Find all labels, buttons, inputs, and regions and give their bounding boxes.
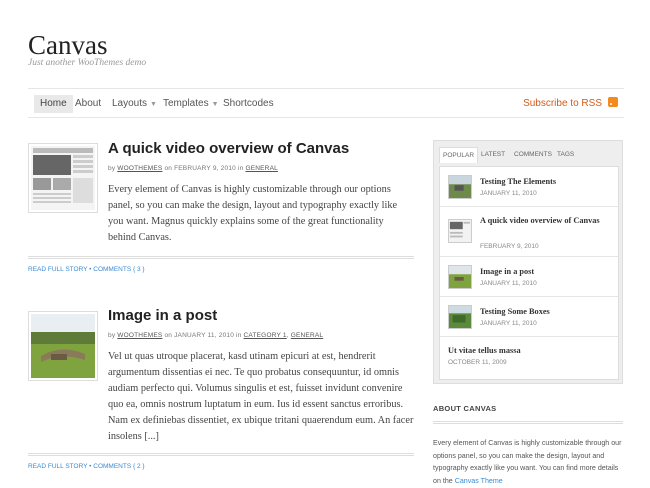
- comments-link[interactable]: COMMENTS { 2 }: [93, 463, 144, 470]
- rss-icon: [608, 97, 618, 107]
- post-divider: [28, 256, 414, 259]
- meta-by: by: [108, 165, 116, 172]
- tab-popular[interactable]: POPULAR: [439, 147, 479, 163]
- about-text: Every element of Canvas is highly custom…: [433, 437, 623, 487]
- subscribe-rss-link[interactable]: Subscribe to RSS: [523, 95, 618, 113]
- nav-templates-label: Templates: [163, 98, 209, 109]
- item-date: OCTOBER 11, 2009: [448, 359, 507, 366]
- post-title[interactable]: A quick video overview of Canvas: [108, 140, 349, 157]
- comments-link[interactable]: COMMENTS { 3 }: [93, 266, 144, 273]
- tab-comments[interactable]: COMMENTS: [511, 147, 555, 163]
- nav-shortcodes[interactable]: Shortcodes: [223, 95, 274, 113]
- post-excerpt-text: Every element of Canvas is highly custom…: [108, 184, 398, 243]
- meta-by: by: [108, 332, 116, 339]
- item-title[interactable]: A quick video overview of Canvas: [480, 215, 612, 227]
- post-thumbnail-icon: [448, 175, 472, 199]
- tabs-widget: POPULAR LATEST COMMENTS TAGS Testing The…: [433, 140, 623, 384]
- item-date: JANUARY 11, 2010: [480, 320, 537, 327]
- post-thumbnail-icon: [448, 219, 472, 243]
- post-thumbnail-icon: [448, 265, 472, 289]
- nav-layouts[interactable]: Layouts ▼: [112, 95, 157, 113]
- item-date: FEBRUARY 9, 2010: [480, 243, 539, 250]
- tab-latest[interactable]: LATEST: [478, 147, 508, 163]
- author-link[interactable]: WOOTHEMES: [117, 332, 162, 339]
- item-title[interactable]: Image in a post: [480, 266, 534, 278]
- tabs-content: Testing The Elements JANUARY 11, 2010 A …: [439, 166, 619, 380]
- canvas-theme-link[interactable]: Canvas Theme: [455, 477, 503, 485]
- post-date: JANUARY 11, 2010: [174, 332, 235, 339]
- about-widget-title: ABOUT CANVAS: [433, 404, 497, 413]
- post-title[interactable]: Image in a post: [108, 307, 217, 324]
- list-item[interactable]: Testing Some Boxes JANUARY 11, 2010: [440, 297, 618, 337]
- tab-tags[interactable]: TAGS: [554, 147, 577, 163]
- nav-templates[interactable]: Templates ▼: [163, 95, 219, 113]
- site-tagline: Just another WooThemes demo: [28, 58, 147, 68]
- item-title[interactable]: Testing Some Boxes: [480, 306, 550, 318]
- post-excerpt: Vel ut quas utroque placerat, kasd utina…: [28, 349, 414, 445]
- nav-about[interactable]: About: [75, 95, 101, 113]
- read-more-link[interactable]: READ FULL STORY: [28, 266, 87, 273]
- post-meta: by WOOTHEMES on FEBRUARY 9, 2010 in GENE…: [108, 165, 278, 172]
- site-title[interactable]: Canvas: [28, 30, 107, 61]
- post-date: FEBRUARY 9, 2010: [174, 165, 236, 172]
- category-link[interactable]: GENERAL: [245, 165, 277, 172]
- list-item[interactable]: Testing The Elements JANUARY 11, 2010: [440, 167, 618, 207]
- nav-layouts-label: Layouts: [112, 98, 148, 109]
- item-title[interactable]: Testing The Elements: [480, 176, 556, 188]
- post-divider: [28, 453, 414, 456]
- about-divider: [433, 421, 623, 424]
- meta-in: in: [236, 332, 242, 339]
- post-thumbnail-icon: [448, 305, 472, 329]
- item-title[interactable]: Ut vitae tellus massa: [448, 345, 521, 357]
- category-link[interactable]: CATEGORY 1: [244, 332, 287, 339]
- post-links: READ FULL STORY • COMMENTS { 3 }: [28, 266, 145, 273]
- author-link[interactable]: WOOTHEMES: [117, 165, 162, 172]
- list-item[interactable]: A quick video overview of Canvas FEBRUAR…: [440, 207, 618, 257]
- chevron-down-icon: ▼: [211, 101, 219, 108]
- post-links: READ FULL STORY • COMMENTS { 2 }: [28, 463, 145, 470]
- nav-home[interactable]: Home: [34, 95, 73, 113]
- main-navigation: Home About Layouts ▼ Templates ▼ Shortcode…: [28, 88, 624, 118]
- list-item[interactable]: Ut vitae tellus massa OCTOBER 11, 2009: [440, 337, 618, 379]
- post-meta: by WOOTHEMES on JANUARY 11, 2010 in CATE…: [108, 332, 324, 339]
- post-excerpt: Every element of Canvas is highly custom…: [28, 182, 414, 246]
- item-date: JANUARY 11, 2010: [480, 190, 537, 197]
- chevron-down-icon: ▼: [150, 101, 157, 108]
- meta-on: on: [164, 332, 173, 339]
- subscribe-label: Subscribe to RSS: [523, 98, 602, 109]
- list-item[interactable]: Image in a post JANUARY 11, 2010: [440, 257, 618, 297]
- item-date: JANUARY 11, 2010: [480, 280, 537, 287]
- post-excerpt-text: Vel ut quas utroque placerat, kasd utina…: [108, 351, 414, 442]
- category-link[interactable]: GENERAL: [291, 332, 323, 339]
- meta-on: on: [164, 165, 173, 172]
- meta-in: in: [237, 165, 244, 172]
- read-more-link[interactable]: READ FULL STORY: [28, 463, 87, 470]
